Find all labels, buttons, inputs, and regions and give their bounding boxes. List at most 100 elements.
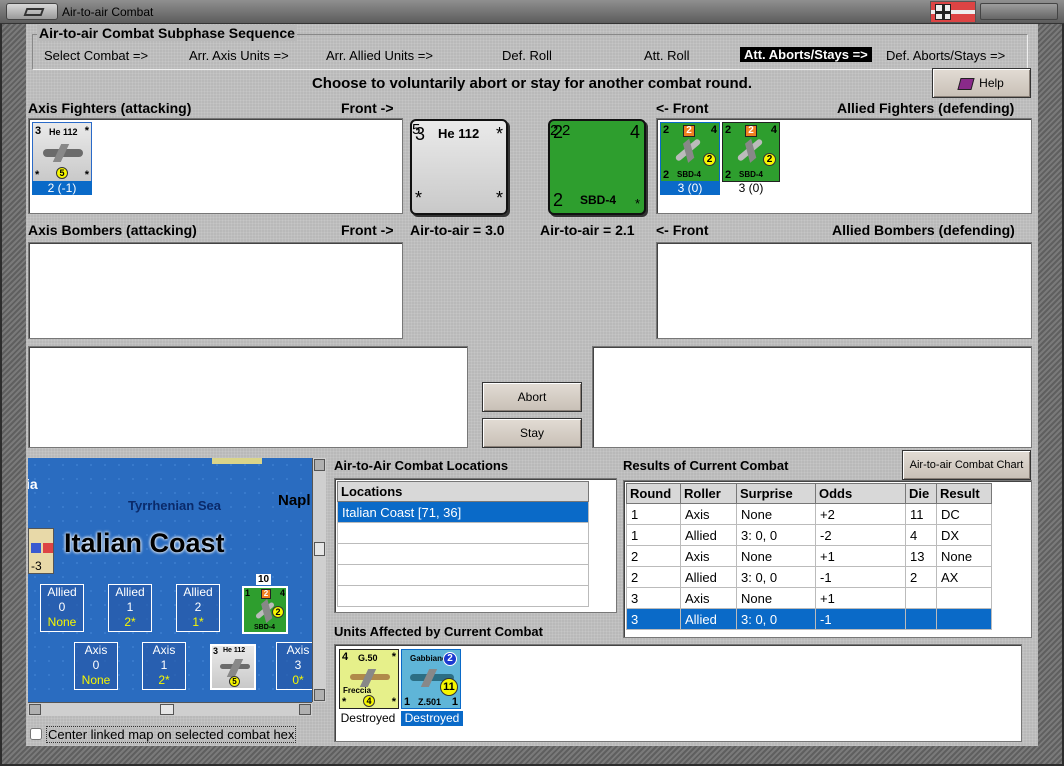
counter-star: * (84, 125, 89, 137)
counter-name: SBD-4 (580, 193, 617, 207)
scroll-up-arrow[interactable] (314, 459, 325, 471)
axis-bombers-list[interactable] (28, 242, 403, 339)
window-icon (23, 8, 45, 16)
window-title: Air-to-air Combat (62, 5, 154, 19)
counter-defense: 2 (703, 153, 716, 166)
counter-right-top: 4 (710, 124, 717, 136)
map-allied-box[interactable]: Allied 1 2* (108, 584, 152, 632)
axis-fighter-counter[interactable]: 3 He 112 * 5 * * (32, 122, 92, 182)
title-bar[interactable]: Air-to-air Combat (0, 0, 1064, 24)
counter-name: He 112 (438, 126, 480, 141)
mini-map[interactable]: ia Tyrrhenian Sea Napl -3 Italian Coast … (28, 458, 312, 702)
seq-step-arr-allied: Arr. Allied Units => (326, 48, 433, 63)
map-allied-counter[interactable]: 1 2 4 2 SBD-4 (242, 586, 288, 634)
cell-surprise: None (736, 503, 816, 525)
affected-title: Units Affected by Current Combat (334, 624, 543, 639)
counter-right-top: 4 (629, 122, 640, 142)
help-button[interactable]: Help (932, 68, 1031, 98)
map-place-label: Napl (278, 492, 311, 509)
cell-result: DX (936, 524, 992, 546)
allied-fighter-counter[interactable]: 2 2 4 2 2 SBD-4 (660, 122, 720, 182)
allied-front-counter[interactable]: 2 2 4 2 2 SBD-4 * (548, 119, 646, 215)
scroll-thumb[interactable] (160, 704, 174, 715)
counter-left-top: 2 (725, 124, 732, 136)
cell-round: 1 (626, 503, 681, 525)
map-horizontal-scrollbar[interactable] (28, 702, 312, 716)
counter-defense: 5 (56, 167, 68, 179)
cell-round: 3 (626, 587, 681, 609)
counter-left-top: 2 (663, 124, 670, 136)
scroll-left-arrow[interactable] (29, 704, 41, 715)
scroll-thumb[interactable] (314, 542, 325, 556)
cell-roller: Allied (680, 608, 737, 630)
results-table[interactable]: Round Roller Surprise Odds Die Result 1A… (626, 483, 992, 630)
cell-result (936, 608, 992, 630)
results-row[interactable]: 2 Allied 3: 0, 0 -1 2 AX (626, 566, 992, 588)
map-box-title: Axis (84, 643, 108, 657)
counter-orange-value: 2 (683, 125, 695, 137)
counter-left-top: 2 (553, 122, 564, 142)
axis-fighters-label: Axis Fighters (attacking) (28, 100, 192, 116)
map-box-value: 3 (294, 658, 302, 672)
center-map-checkbox[interactable] (30, 728, 42, 740)
cell-result: None (936, 545, 992, 567)
cell-odds: -2 (815, 524, 906, 546)
map-hex-counter[interactable]: -3 (28, 528, 54, 574)
affected-unit-counter[interactable]: 4 G.50 * Freccia * 4 * (339, 649, 399, 709)
seq-step-def-roll: Def. Roll (502, 48, 552, 63)
counter-star: * (35, 169, 40, 181)
results-row[interactable]: 1 Axis None +2 11 DC (626, 503, 992, 525)
allied-fighter-counter[interactable]: 2 2 4 2 2 SBD-4 (722, 122, 780, 182)
map-allied-box[interactable]: Allied 0 None (40, 584, 84, 632)
location-row-empty (337, 564, 589, 586)
counter-defense: 2 (763, 153, 776, 166)
counter-badge: 2 (443, 652, 457, 666)
abort-button[interactable]: Abort (482, 382, 582, 412)
map-allied-box[interactable]: Allied 2 1* (176, 584, 220, 632)
results-table-box[interactable]: Round Roller Surprise Odds Die Result 1A… (623, 480, 1032, 638)
affected-units-list[interactable]: 4 G.50 * Freccia * 4 * Destroyed Gabbian… (334, 644, 1022, 742)
col-die: Die (905, 483, 937, 504)
affected-unit-counter[interactable]: Gabbiano 2 11 1 Z.501 1 (401, 649, 461, 709)
results-row[interactable]: 3 Axis None +1 (626, 587, 992, 609)
system-menu-button[interactable] (6, 3, 58, 20)
cell-die: 13 (905, 545, 937, 567)
allied-air-to-air-value: Air-to-air = 2.1 (540, 222, 635, 238)
cell-roller: Axis (680, 503, 737, 525)
counter-defense: 4 (363, 695, 375, 707)
cell-odds: -1 (815, 608, 906, 630)
cell-odds: +2 (815, 503, 906, 525)
map-axis-counter[interactable]: 3 He 112 5 (210, 644, 256, 690)
locations-list[interactable]: Locations Italian Coast [71, 36] (334, 478, 617, 613)
stay-button[interactable]: Stay (482, 418, 582, 448)
map-axis-box[interactable]: Axis 1 2* (142, 642, 186, 690)
map-hex-counter-flag (43, 543, 53, 553)
location-row-empty (337, 522, 589, 544)
scroll-down-arrow[interactable] (314, 689, 325, 701)
counter-name: SBD-4 (677, 170, 702, 179)
location-row[interactable]: Italian Coast [71, 36] (337, 501, 589, 523)
map-box-title: Allied (115, 585, 145, 599)
aircraft-icon (43, 149, 83, 157)
axis-front-counter[interactable]: 3 He 112 * 5 * * (410, 119, 508, 215)
map-vertical-scrollbar[interactable] (312, 458, 326, 702)
allied-fighters-list[interactable]: 2 2 4 2 2 SBD-4 3 (0) 2 2 4 2 2 SBD-4 3 … (656, 118, 1032, 214)
counter-name: Gabbiano (410, 654, 447, 663)
results-row[interactable]: 1 Allied 3: 0, 0 -2 4 DX (626, 524, 992, 546)
counter-star: * (342, 696, 347, 708)
scroll-right-arrow[interactable] (299, 704, 311, 715)
combat-chart-button[interactable]: Air-to-air Combat Chart (902, 450, 1031, 480)
cell-die: 2 (905, 566, 937, 588)
aircraft-icon (674, 138, 702, 162)
col-odds: Odds (815, 483, 906, 504)
results-row[interactable]: 2 Axis None +1 13 None (626, 545, 992, 567)
axis-bombers-front-label: Front -> (341, 222, 394, 238)
allied-bombers-list[interactable] (656, 242, 1032, 339)
results-row-selected[interactable]: 3 Allied 3: 0, 0 -1 (626, 608, 992, 630)
window-controls[interactable] (980, 3, 1058, 20)
location-row-empty (337, 543, 589, 565)
axis-fighters-list[interactable]: 3 He 112 * 5 * * 2 (-1) (28, 118, 403, 214)
cell-result: DC (936, 503, 992, 525)
map-axis-box[interactable]: Axis 3 0* (276, 642, 312, 690)
map-axis-box[interactable]: Axis 0 None (74, 642, 118, 690)
